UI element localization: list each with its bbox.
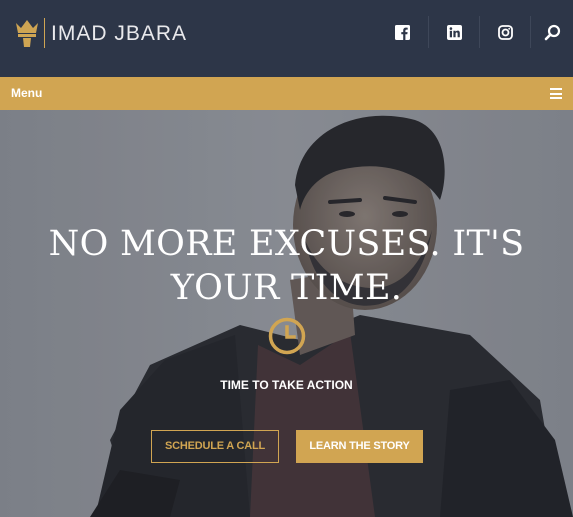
search-icon	[544, 24, 560, 40]
hero-headline: NO MORE EXCUSES. IT'S YOUR TIME.	[48, 224, 525, 308]
logo-divider	[44, 18, 45, 48]
menu-bar[interactable]: Menu	[0, 77, 573, 110]
site-header: IMAD JBARA	[0, 0, 573, 77]
facebook-link[interactable]	[376, 16, 428, 48]
instagram-icon	[498, 24, 513, 40]
clock-icon	[268, 317, 306, 355]
brand-name: IMAD JBARA	[51, 21, 188, 45]
hero-portrait-image	[0, 110, 573, 517]
hamburger-icon[interactable]	[550, 88, 562, 99]
crown-logo-icon	[16, 20, 38, 47]
facebook-icon	[394, 24, 410, 40]
search-button[interactable]	[530, 16, 573, 48]
learn-story-button[interactable]: LEARN THE STORY	[296, 430, 423, 463]
hero-section: NO MORE EXCUSES. IT'S YOUR TIME. TIME TO…	[0, 110, 573, 517]
brand-logo[interactable]: IMAD JBARA	[14, 16, 187, 50]
linkedin-icon	[447, 24, 462, 40]
instagram-link[interactable]	[479, 16, 531, 48]
hero-tagline: TIME TO TAKE ACTION	[220, 378, 353, 392]
schedule-call-button[interactable]: SCHEDULE A CALL	[151, 430, 279, 463]
menu-label[interactable]: Menu	[11, 86, 42, 100]
linkedin-link[interactable]	[428, 16, 480, 48]
